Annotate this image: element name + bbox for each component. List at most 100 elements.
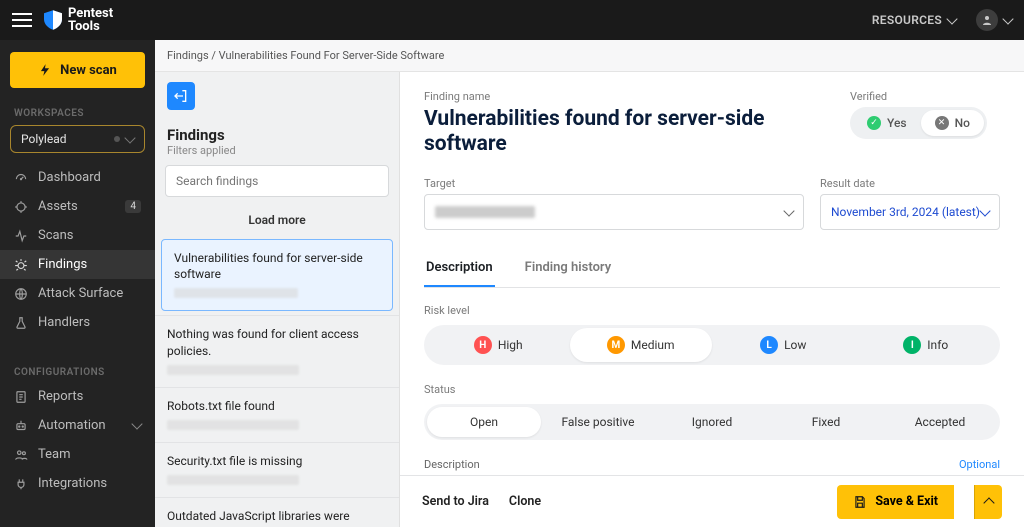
target-select[interactable]: [424, 194, 804, 230]
search-wrapper: [165, 165, 389, 197]
user-avatar-icon: [976, 9, 998, 31]
verified-toggle: ✓Yes ✕No: [850, 107, 987, 139]
risk-info[interactable]: IInfo: [855, 328, 998, 362]
target-icon: [14, 200, 28, 214]
tab-history[interactable]: Finding history: [523, 250, 614, 287]
panel-subtitle: Filters applied: [155, 144, 399, 165]
status-accepted[interactable]: Accepted: [883, 407, 997, 437]
check-icon: ✓: [867, 116, 881, 130]
workspace-selector[interactable]: Polylead: [10, 125, 145, 153]
bug-icon: [14, 258, 28, 272]
status-selector: Open False positive Ignored Fixed Accept…: [424, 404, 1000, 440]
finding-item[interactable]: Security.txt file is missing: [155, 442, 399, 497]
risk-high-icon: H: [474, 336, 492, 354]
result-date-label: Result date: [820, 177, 1000, 190]
description-label: Description: [424, 458, 480, 471]
finding-detail: Finding name Vulnerabilities found for s…: [400, 72, 1024, 527]
configurations-heading: CONFIGURATIONS: [0, 361, 155, 382]
status-fixed[interactable]: Fixed: [769, 407, 883, 437]
redacted-subtext: [167, 475, 299, 485]
redacted-subtext: [167, 420, 299, 430]
user-menu[interactable]: [976, 9, 1012, 31]
exit-icon: [173, 88, 189, 104]
sidebar-item-automation[interactable]: Automation: [0, 411, 155, 440]
chevron-down-icon: [783, 205, 794, 216]
finding-name-label: Finding name: [424, 90, 830, 103]
new-scan-button[interactable]: New scan: [10, 52, 145, 88]
finding-item[interactable]: Nothing was found for client access poli…: [155, 315, 399, 386]
save-exit-button[interactable]: Save & Exit: [837, 485, 954, 519]
resources-dropdown[interactable]: RESOURCES: [872, 13, 956, 27]
robot-icon: [14, 419, 28, 433]
brand-text: PentestTools: [68, 7, 113, 33]
finding-item[interactable]: Robots.txt file found: [155, 387, 399, 442]
finding-item-title: Robots.txt file found: [167, 398, 387, 414]
tab-description[interactable]: Description: [424, 250, 495, 287]
findings-panel: Findings Filters applied Load more Vulne…: [155, 72, 400, 527]
search-input[interactable]: [165, 165, 389, 197]
finding-item[interactable]: Outdated JavaScript libraries were merge…: [155, 497, 399, 527]
sidebar-item-reports[interactable]: Reports: [0, 382, 155, 411]
finding-item[interactable]: Vulnerabilities found for server-side so…: [161, 239, 393, 311]
topbar: PentestTools RESOURCES: [0, 0, 1024, 40]
chevron-down-icon: [946, 13, 957, 24]
risk-level-label: Risk level: [424, 304, 1000, 317]
optional-hint: Optional: [959, 458, 1000, 471]
finding-item-title: Nothing was found for client access poli…: [167, 326, 387, 358]
send-to-jira-button[interactable]: Send to Jira: [422, 494, 489, 509]
clone-button[interactable]: Clone: [509, 494, 541, 509]
risk-level-selector: HHigh MMedium LLow IInfo: [424, 325, 1000, 365]
sidebar-item-integrations[interactable]: Integrations: [0, 469, 155, 498]
verified-yes[interactable]: ✓Yes: [853, 110, 921, 136]
verified-label: Verified: [850, 90, 1000, 103]
workspaces-heading: WORKSPACES: [0, 102, 155, 123]
brand-logo[interactable]: PentestTools: [44, 7, 113, 33]
status-label: Status: [424, 383, 1000, 396]
sidebar-item-scans[interactable]: Scans: [0, 221, 155, 250]
chevron-down-icon: [979, 205, 990, 216]
risk-high[interactable]: HHigh: [427, 328, 570, 362]
plug-icon: [14, 477, 28, 491]
panel-title: Findings: [155, 120, 399, 144]
breadcrumb-root[interactable]: Findings: [167, 49, 209, 62]
flask-icon: [14, 316, 28, 330]
findings-list[interactable]: Vulnerabilities found for server-side so…: [155, 235, 399, 527]
finding-item-title: Vulnerabilities found for server-side so…: [174, 250, 380, 282]
status-ignored[interactable]: Ignored: [655, 407, 769, 437]
risk-info-icon: I: [903, 336, 921, 354]
save-more-button[interactable]: [974, 485, 1002, 519]
chevron-down-icon: [124, 132, 135, 143]
menu-icon[interactable]: [12, 13, 32, 27]
sidebar-item-assets[interactable]: Assets 4: [0, 192, 155, 221]
back-button[interactable]: [167, 82, 195, 110]
verified-no[interactable]: ✕No: [921, 110, 984, 136]
detail-tabs: Description Finding history: [424, 250, 1000, 288]
finding-item-title: Outdated JavaScript libraries were merge…: [167, 508, 387, 527]
redacted-target: [435, 206, 535, 218]
target-label: Target: [424, 177, 804, 190]
chevron-down-icon: [131, 418, 142, 429]
risk-low[interactable]: LLow: [712, 328, 855, 362]
detail-footer: Send to Jira Clone Save & Exit: [400, 475, 1024, 527]
sidebar-item-findings[interactable]: Findings: [0, 250, 155, 279]
risk-medium[interactable]: MMedium: [570, 328, 713, 362]
bolt-icon: [38, 63, 52, 77]
breadcrumb-current: Vulnerabilities Found For Server-Side So…: [219, 49, 445, 62]
result-date-select[interactable]: November 3rd, 2024 (latest): [820, 194, 1000, 230]
sidebar-item-team[interactable]: Team: [0, 440, 155, 469]
sidebar-item-handlers[interactable]: Handlers: [0, 308, 155, 337]
status-false-positive[interactable]: False positive: [541, 407, 655, 437]
status-dot-icon: [114, 136, 120, 142]
sidebar-item-dashboard[interactable]: Dashboard: [0, 163, 155, 192]
save-icon: [853, 495, 867, 509]
gauge-icon: [14, 171, 28, 185]
risk-medium-icon: M: [607, 336, 625, 354]
risk-low-icon: L: [760, 336, 778, 354]
load-more-button[interactable]: Load more: [155, 205, 399, 235]
redacted-subtext: [174, 288, 298, 298]
chevron-up-icon: [983, 497, 994, 508]
globe-icon: [14, 287, 28, 301]
sidebar-item-attack-surface[interactable]: Attack Surface: [0, 279, 155, 308]
shield-icon: [44, 10, 62, 30]
status-open[interactable]: Open: [427, 407, 541, 437]
